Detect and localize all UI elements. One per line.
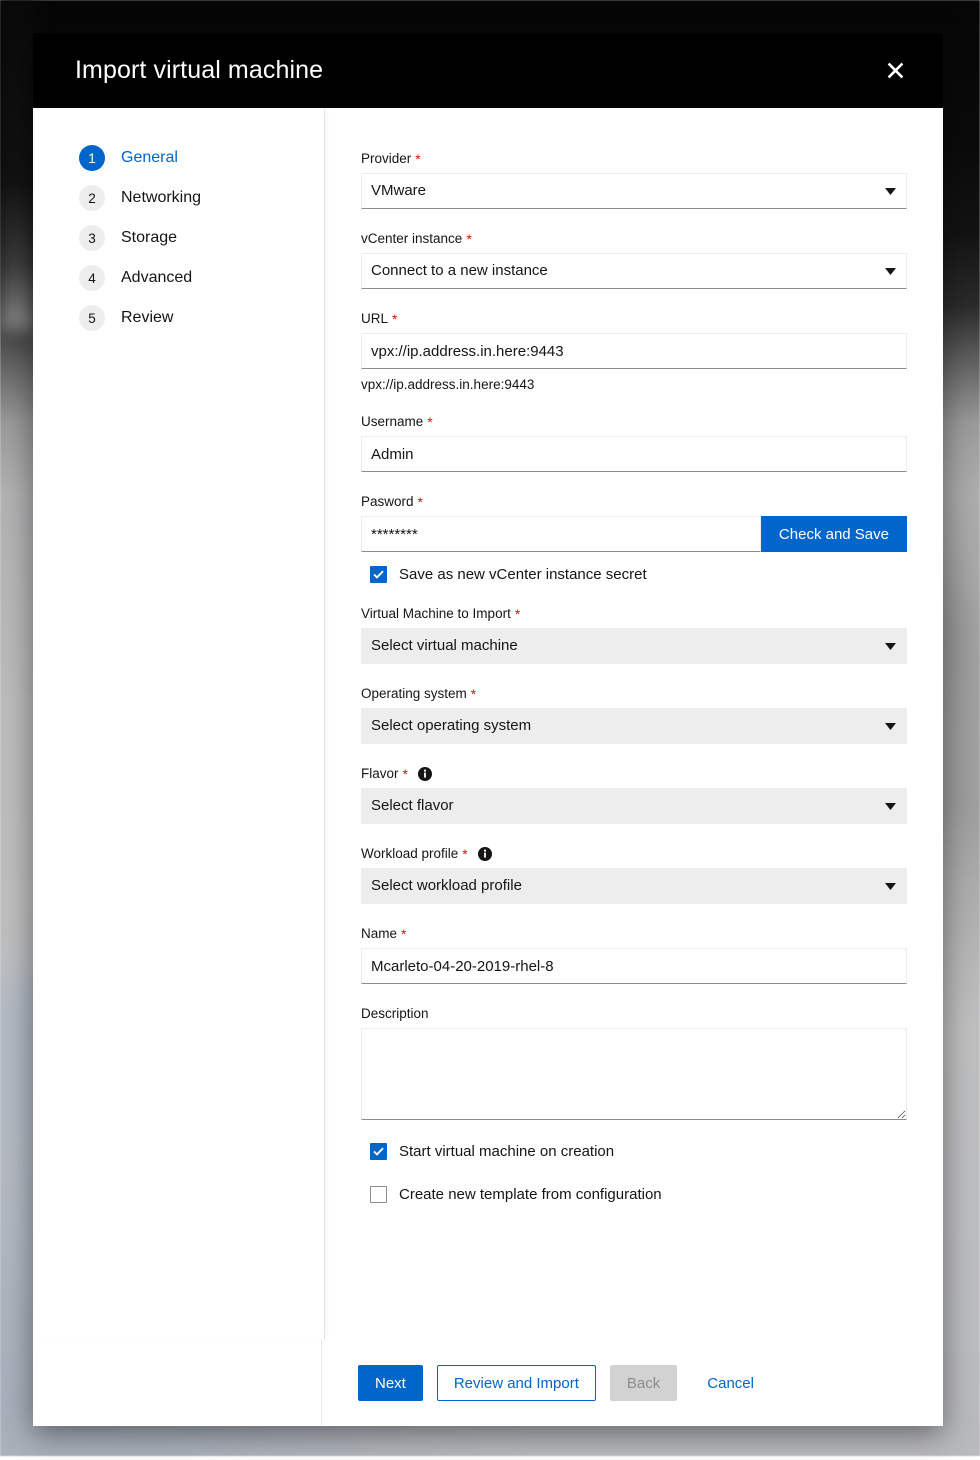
required-marker: * [471, 687, 476, 701]
workload-profile-select[interactable]: Select workload profile [361, 868, 907, 904]
save-secret-checkbox[interactable] [370, 566, 387, 583]
wizard-step-storage[interactable]: 3 Storage [33, 218, 324, 258]
required-marker: * [466, 232, 471, 246]
wizard-step-networking[interactable]: 2 Networking [33, 178, 324, 218]
wizard-step-advanced[interactable]: 4 Advanced [33, 258, 324, 298]
wizard-step-label: Networking [121, 189, 201, 207]
create-template-checkbox[interactable] [370, 1186, 387, 1203]
label-text: Operating system [361, 685, 467, 703]
flavor-label: Flavor * [361, 765, 907, 783]
vcenter-instance-select[interactable]: Connect to a new instance [361, 253, 907, 289]
info-icon[interactable] [418, 767, 432, 781]
field-vcenter-instance: vCenter instance * Connect to a new inst… [361, 230, 907, 289]
wizard-step-general[interactable]: 1 General [33, 138, 324, 178]
wizard-step-label: Advanced [121, 269, 192, 287]
step-number: 1 [79, 145, 105, 171]
field-password: Pasword * Check and Save [361, 493, 907, 552]
label-text: Flavor [361, 765, 399, 783]
field-vm-to-import: Virtual Machine to Import * Select virtu… [361, 605, 907, 664]
start-vm-label: Start virtual machine on creation [399, 1143, 614, 1160]
field-username: Username * [361, 413, 907, 472]
check-and-save-button[interactable]: Check and Save [761, 516, 907, 552]
label-text: URL [361, 310, 388, 328]
field-workload-profile: Workload profile * Select workload profi… [361, 845, 907, 904]
step-number: 2 [79, 185, 105, 211]
required-marker: * [415, 152, 420, 166]
review-and-import-button[interactable]: Review and Import [437, 1365, 596, 1401]
cancel-button[interactable]: Cancel [691, 1365, 770, 1401]
description-label: Description [361, 1005, 907, 1023]
label-text: Username [361, 413, 423, 431]
name-label: Name * [361, 925, 907, 943]
close-icon[interactable] [875, 51, 915, 91]
create-template-label: Create new template from configuration [399, 1186, 662, 1203]
field-name: Name * [361, 925, 907, 984]
general-form: Provider * VMware vCenter instance * [325, 108, 943, 1340]
step-number: 5 [79, 305, 105, 331]
wizard-nav: 1 General 2 Networking 3 Storage 4 Advan… [33, 108, 325, 1340]
wizard-step-label: Storage [121, 229, 177, 247]
flavor-select[interactable]: Select flavor [361, 788, 907, 824]
required-marker: * [462, 847, 467, 861]
label-text: Pasword [361, 493, 414, 511]
password-label: Pasword * [361, 493, 907, 511]
operating-system-select[interactable]: Select operating system [361, 708, 907, 744]
wizard-step-label: General [121, 149, 178, 167]
create-template-checkbox-row[interactable]: Create new template from configuration [370, 1186, 907, 1203]
label-text: Name [361, 925, 397, 943]
backdrop-strip [0, 0, 36, 330]
label-text: Description [361, 1005, 429, 1023]
start-vm-checkbox-row[interactable]: Start virtual machine on creation [370, 1143, 907, 1160]
next-button[interactable]: Next [358, 1365, 423, 1401]
username-input[interactable] [361, 436, 907, 472]
required-marker: * [401, 927, 406, 941]
label-text: Workload profile [361, 845, 458, 863]
save-secret-checkbox-row[interactable]: Save as new vCenter instance secret [370, 566, 907, 583]
field-description: Description [361, 1005, 907, 1125]
dialog-title: Import virtual machine [75, 56, 323, 85]
dialog-header: Import virtual machine [33, 33, 943, 108]
required-marker: * [427, 415, 432, 429]
info-icon[interactable] [478, 847, 492, 861]
label-text: vCenter instance [361, 230, 462, 248]
field-flavor: Flavor * Select flavor [361, 765, 907, 824]
required-marker: * [392, 312, 397, 326]
start-vm-checkbox[interactable] [370, 1143, 387, 1160]
vm-to-import-label: Virtual Machine to Import * [361, 605, 907, 623]
wizard-step-label: Review [121, 309, 173, 327]
url-helper-text: vpx://ip.address.in.here:9443 [361, 377, 907, 392]
import-virtual-machine-dialog: Import virtual machine 1 General 2 Netwo… [33, 33, 943, 1426]
url-input[interactable] [361, 333, 907, 369]
dialog-body: 1 General 2 Networking 3 Storage 4 Advan… [33, 108, 943, 1340]
username-label: Username * [361, 413, 907, 431]
required-marker: * [515, 607, 520, 621]
operating-system-label: Operating system * [361, 685, 907, 703]
save-secret-label: Save as new vCenter instance secret [399, 566, 647, 583]
vcenter-instance-label: vCenter instance * [361, 230, 907, 248]
footer-buttons: Next Review and Import Back Cancel [358, 1365, 770, 1401]
back-button[interactable]: Back [610, 1365, 677, 1401]
provider-label: Provider * [361, 150, 907, 168]
provider-select[interactable]: VMware [361, 173, 907, 209]
step-number: 3 [79, 225, 105, 251]
password-input[interactable] [361, 516, 761, 552]
description-textarea[interactable] [361, 1028, 907, 1120]
vm-to-import-select[interactable]: Select virtual machine [361, 628, 907, 664]
label-text: Provider [361, 150, 411, 168]
label-text: Virtual Machine to Import [361, 605, 511, 623]
dialog-footer: Next Review and Import Back Cancel [33, 1340, 943, 1426]
field-operating-system: Operating system * Select operating syst… [361, 685, 907, 744]
wizard-step-review[interactable]: 5 Review [33, 298, 324, 338]
workload-profile-label: Workload profile * [361, 845, 907, 863]
name-input[interactable] [361, 948, 907, 984]
url-label: URL * [361, 310, 907, 328]
field-provider: Provider * VMware [361, 150, 907, 209]
required-marker: * [418, 495, 423, 509]
field-url: URL * vpx://ip.address.in.here:9443 [361, 310, 907, 392]
footer-nav-spacer [33, 1340, 322, 1426]
required-marker: * [403, 767, 408, 781]
step-number: 4 [79, 265, 105, 291]
